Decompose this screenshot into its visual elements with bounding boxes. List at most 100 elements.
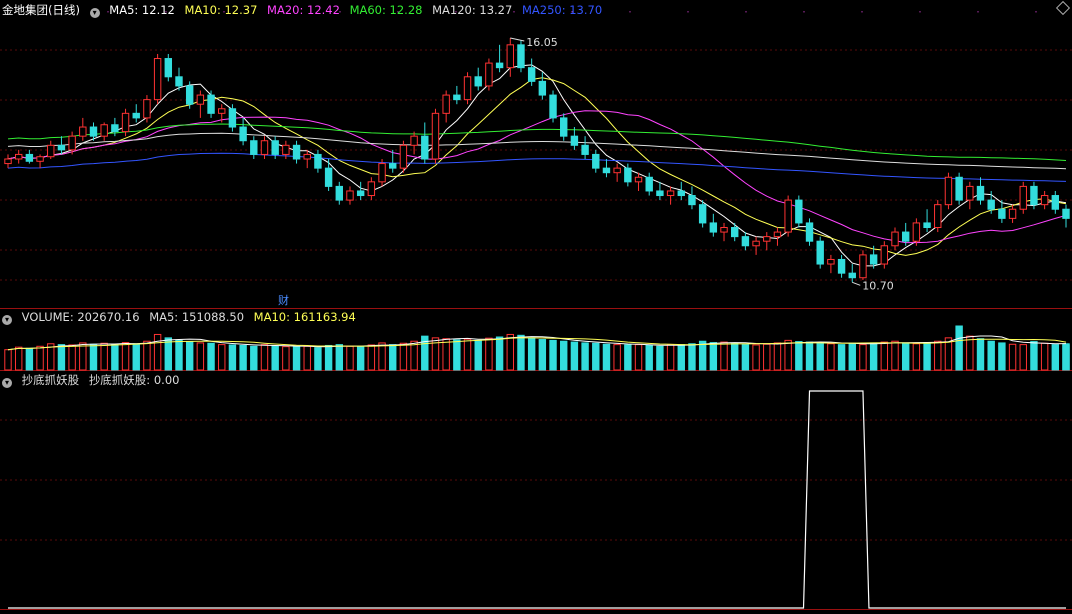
candle bbox=[741, 232, 750, 251]
ma60-line bbox=[7, 123, 1067, 161]
candle bbox=[581, 136, 589, 159]
candle-body bbox=[912, 222, 921, 242]
candle-body bbox=[976, 185, 985, 201]
candle-body bbox=[292, 144, 301, 160]
candle bbox=[100, 122, 108, 141]
collapse-toggle-icon[interactable]: ▾ bbox=[89, 8, 100, 18]
candle-body bbox=[955, 176, 963, 201]
candle bbox=[79, 117, 87, 141]
candle-body bbox=[89, 126, 98, 137]
volume-bar bbox=[335, 344, 343, 371]
candle bbox=[955, 172, 963, 205]
volume-ma5-label: MA5: 151088.50 bbox=[149, 310, 245, 324]
volume-bar bbox=[731, 342, 739, 371]
volume-bar bbox=[474, 339, 482, 371]
candle bbox=[645, 172, 653, 196]
candle bbox=[944, 172, 953, 210]
candle-body bbox=[132, 112, 140, 119]
volume-bar bbox=[1062, 344, 1070, 371]
volume-bar bbox=[827, 343, 835, 371]
candle bbox=[837, 254, 846, 278]
finance-marker[interactable]: 财 bbox=[278, 292, 289, 308]
candle bbox=[410, 131, 418, 155]
candle-body bbox=[934, 204, 942, 229]
candle bbox=[14, 149, 23, 164]
ma10-label: MA10: 12.37 bbox=[184, 3, 258, 17]
candle-body bbox=[410, 135, 418, 146]
candle bbox=[816, 236, 824, 269]
volume-collapse-icon[interactable]: ▾ bbox=[2, 315, 12, 325]
candle-body bbox=[731, 227, 739, 238]
candle-body bbox=[998, 208, 1006, 219]
candle-body bbox=[367, 181, 376, 197]
volume-bars bbox=[4, 325, 1070, 371]
volume-bar bbox=[218, 344, 226, 371]
candle bbox=[859, 250, 867, 281]
candle-body bbox=[527, 67, 536, 82]
candle bbox=[292, 140, 301, 164]
volume-bar bbox=[378, 342, 386, 371]
candle-body bbox=[47, 144, 55, 158]
candle bbox=[656, 181, 664, 201]
candle-body bbox=[100, 124, 108, 137]
candle-body bbox=[763, 236, 771, 242]
candle bbox=[335, 181, 343, 205]
candle bbox=[485, 58, 493, 91]
indicator-collapse-icon[interactable]: ▾ bbox=[2, 378, 12, 388]
candle-body bbox=[517, 44, 525, 69]
candle bbox=[378, 159, 386, 187]
candle-body bbox=[474, 76, 482, 87]
candle bbox=[634, 172, 643, 191]
candle-body bbox=[816, 240, 824, 265]
candle bbox=[506, 37, 514, 77]
candle bbox=[453, 85, 461, 105]
volume-bar bbox=[891, 340, 899, 371]
candle-body bbox=[239, 126, 247, 142]
stock-chart: 16.05 10.70 bbox=[0, 11, 1072, 610]
ma120-label: MA120: 13.27 bbox=[432, 3, 513, 17]
candle-body bbox=[346, 190, 354, 201]
indicator-value: 抄底抓妖股: 0.00 bbox=[88, 373, 180, 387]
volume-bar bbox=[399, 342, 408, 371]
volume-bar bbox=[292, 346, 301, 371]
candle-body bbox=[805, 222, 814, 242]
candle-body bbox=[869, 254, 878, 265]
candle bbox=[666, 186, 675, 205]
volume-bar bbox=[14, 346, 23, 371]
candle-body bbox=[324, 167, 333, 187]
volume-bar bbox=[271, 345, 279, 371]
candle bbox=[1019, 181, 1027, 214]
candle-body bbox=[624, 167, 632, 183]
candle bbox=[773, 227, 782, 246]
candle-body bbox=[1008, 208, 1017, 219]
candle bbox=[827, 254, 835, 274]
candle-body bbox=[4, 158, 12, 165]
volume-bar bbox=[741, 344, 750, 371]
candle-body bbox=[784, 199, 792, 233]
volume-bar bbox=[698, 340, 707, 371]
candle-body bbox=[378, 163, 386, 183]
candle bbox=[303, 149, 311, 169]
candle bbox=[207, 90, 215, 118]
volume-bar bbox=[869, 342, 878, 371]
candle bbox=[324, 159, 333, 191]
candle bbox=[549, 90, 557, 123]
candle-body bbox=[773, 231, 782, 238]
volume-bar bbox=[111, 344, 119, 371]
candle-body bbox=[442, 94, 450, 114]
candle bbox=[143, 95, 151, 123]
candle-body bbox=[891, 231, 899, 247]
candle-body bbox=[795, 199, 803, 224]
volume-bar bbox=[207, 342, 215, 371]
candle bbox=[4, 154, 12, 169]
volume-bar bbox=[848, 342, 856, 371]
ma20-label: MA20: 12.42 bbox=[267, 3, 340, 17]
candle-body bbox=[57, 144, 66, 151]
candle-body bbox=[260, 140, 269, 155]
candle bbox=[399, 140, 408, 173]
candle-body bbox=[848, 272, 856, 279]
candle bbox=[314, 149, 322, 173]
volume-bar bbox=[517, 334, 525, 371]
volume-bar bbox=[677, 344, 685, 371]
volume-bar bbox=[976, 338, 985, 371]
